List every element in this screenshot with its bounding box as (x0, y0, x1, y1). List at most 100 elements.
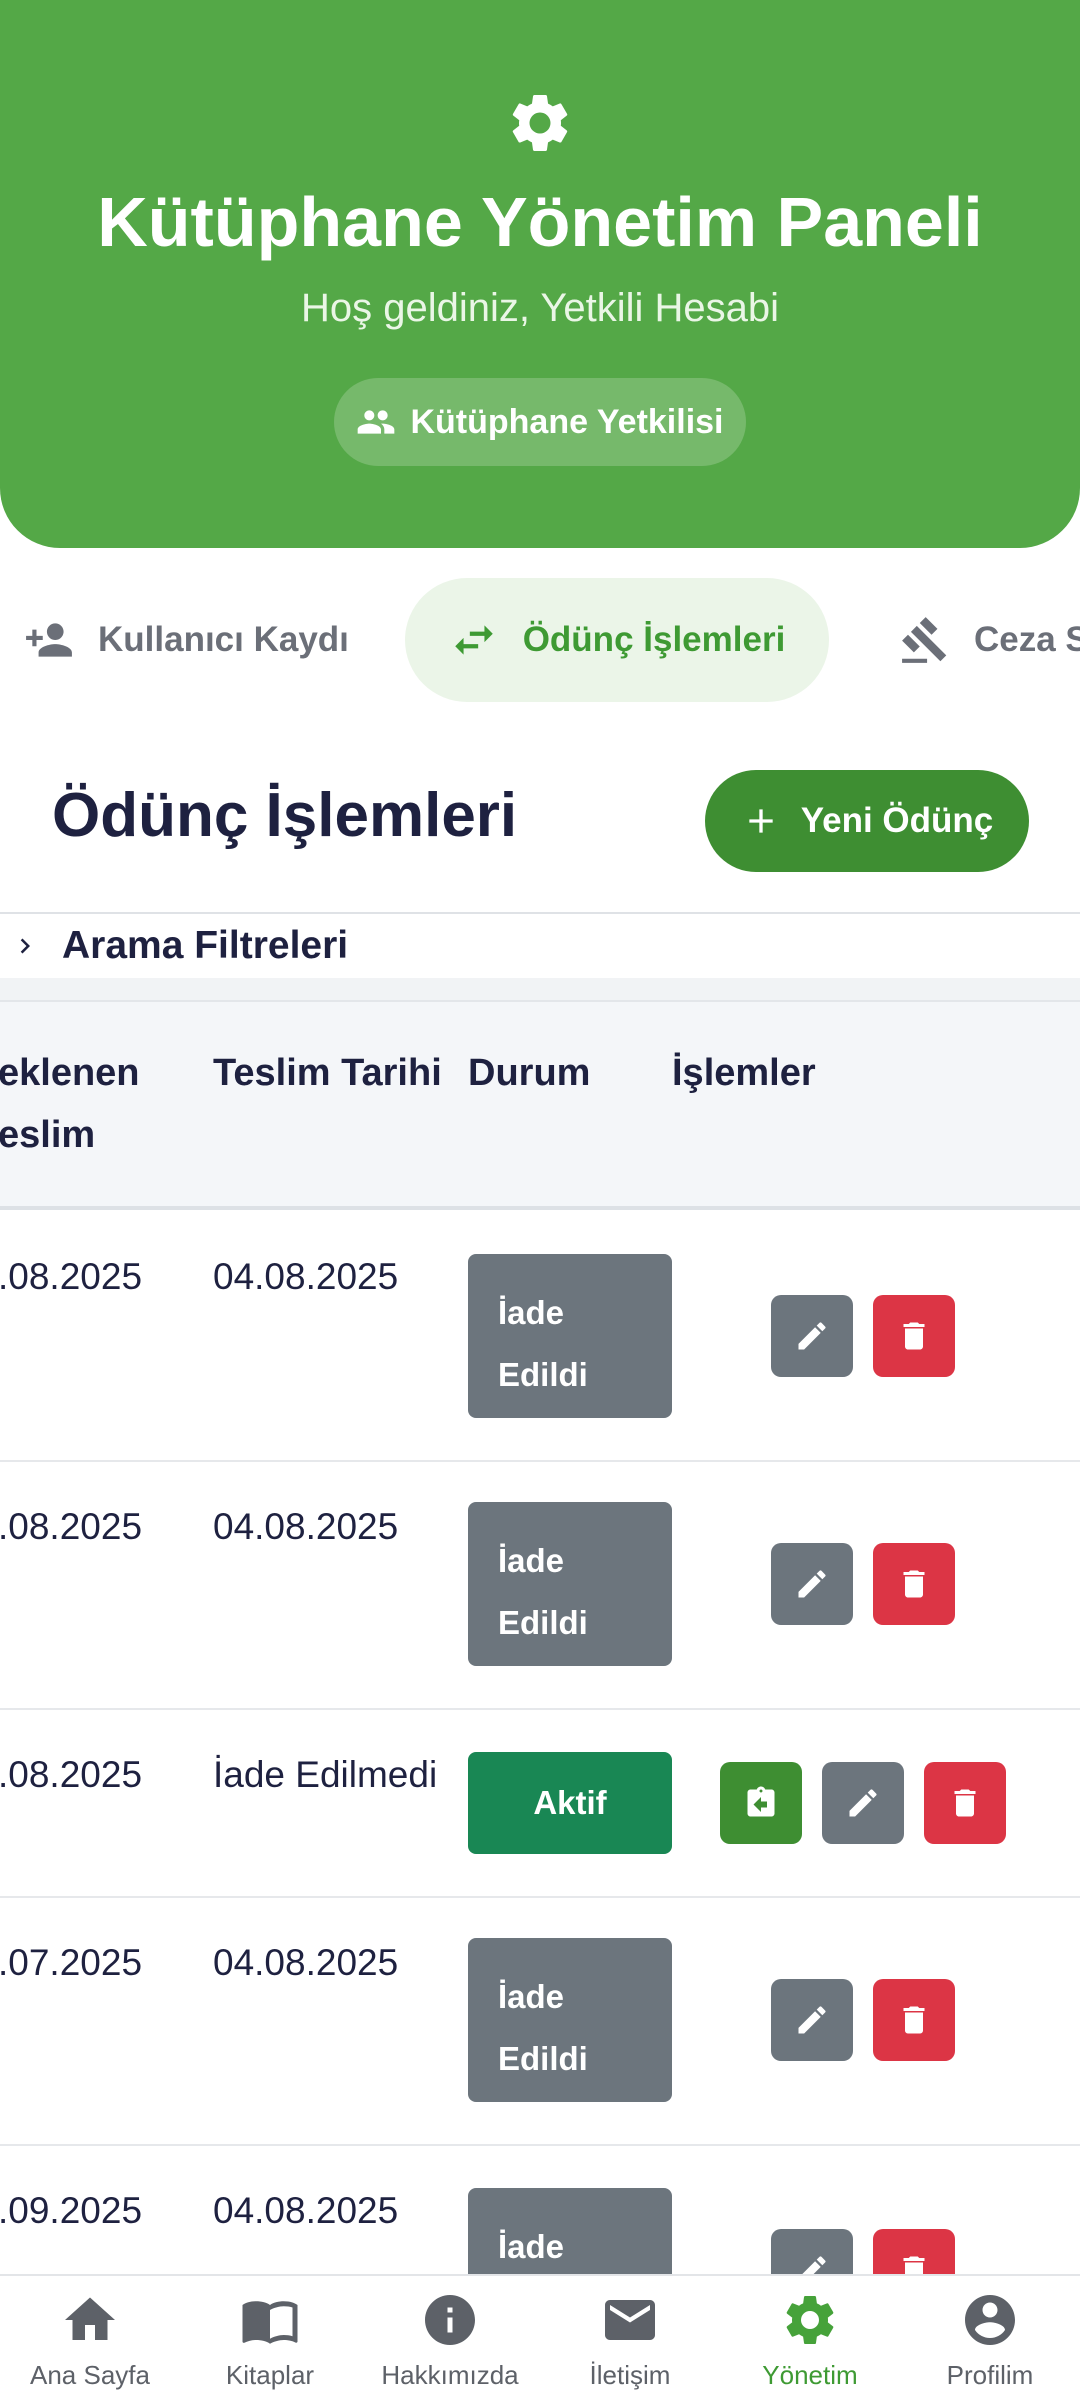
cell-delivered: 04.08.2025 (213, 1506, 399, 1547)
nav-profile[interactable]: Profilim (900, 2276, 1080, 2402)
tab-label: Ceza S (974, 620, 1080, 659)
table-row: .08.2025 04.08.2025 İade Edildi (0, 1212, 1080, 1462)
table-row: .09.2025 04.08.2025 İade (0, 2146, 1080, 2274)
cell-delivered: 04.08.2025 (213, 2190, 399, 2231)
delete-button[interactable] (924, 1762, 1006, 1844)
admin-tabs: Kullanıcı Kaydı Ödünç İşlemleri Ceza S (0, 548, 1080, 728)
status-badge: İade Edildi (468, 1938, 672, 2102)
page-title: Kütüphane Yönetim Paneli (97, 183, 983, 261)
role-label: Kütüphane Yetkilisi (410, 402, 724, 441)
delete-button[interactable] (873, 1543, 955, 1625)
tab-label: Ödünç İşlemleri (522, 620, 786, 659)
nav-label: Kitaplar (225, 2360, 315, 2390)
home-icon (65, 2297, 115, 2340)
edit-button[interactable] (771, 1295, 853, 1377)
trash-icon (954, 1789, 976, 1817)
nav-label: Hakkımızda (381, 2360, 519, 2390)
status-line2: Edildi (498, 1356, 588, 1393)
status-badge: İade (468, 2188, 672, 2274)
status-line2: Edildi (498, 2040, 588, 2077)
new-loan-label: Yeni Ödünç (800, 801, 994, 840)
search-filters-toggle[interactable]: Arama Filtreleri (0, 912, 1080, 978)
nav-management[interactable]: Yönetim (720, 2276, 900, 2402)
status-badge: İade Edildi (468, 1502, 672, 1666)
nav-books[interactable]: Kitaplar (180, 2276, 360, 2402)
person-add-icon (26, 623, 72, 657)
welcome-text: Hoş geldiniz, Yetkili Hesabi (300, 286, 780, 330)
delete-button[interactable] (873, 1979, 955, 2061)
nav-about[interactable]: Hakkımızda (360, 2276, 540, 2402)
pencil-icon (798, 1322, 826, 1350)
table-row: .08.2025 04.08.2025 İade Edildi (0, 1462, 1080, 1710)
assignment-return-icon (747, 1786, 775, 1817)
account-icon (965, 2295, 1015, 2345)
tab-label: Kullanıcı Kaydı (98, 620, 349, 659)
pencil-icon (849, 1789, 877, 1817)
status-line1: İade (498, 1978, 565, 2015)
edit-button[interactable] (771, 1543, 853, 1625)
book-icon (242, 2301, 298, 2344)
divider (0, 978, 1080, 1000)
cell-delivered: 04.08.2025 (213, 1942, 399, 1983)
gear-icon (786, 2296, 834, 2344)
edit-button[interactable] (771, 2229, 853, 2274)
status-line1: İade (498, 1294, 565, 1331)
table-row: .07.2025 04.08.2025 İade Edildi (0, 1898, 1080, 2146)
role-badge: Kütüphane Yetkilisi (334, 378, 746, 466)
pencil-icon (798, 2006, 826, 2034)
table-header: eklenen eslim Teslim Tarihi Durum İşleml… (0, 1000, 1080, 1210)
people-icon (358, 410, 395, 434)
delete-button[interactable] (873, 2229, 955, 2274)
cell-expected: .07.2025 (0, 1942, 143, 1983)
tab-fines[interactable]: Ceza S (900, 578, 1080, 702)
status-line2: Edildi (498, 1604, 588, 1641)
pencil-icon (802, 2256, 826, 2274)
col-header-expected: eklenen eslim (0, 1042, 140, 1166)
trash-icon (903, 1322, 925, 1350)
mail-icon (605, 2300, 655, 2340)
section-title: Ödünç İşlemleri (52, 781, 518, 850)
edit-button[interactable] (822, 1762, 904, 1844)
delete-button[interactable] (873, 1295, 955, 1377)
cell-delivered: 04.08.2025 (213, 1256, 399, 1297)
tab-loans[interactable]: Ödünç İşlemleri (405, 578, 829, 702)
admin-header: Kütüphane Yönetim Paneli Hoş geldiniz, Y… (0, 0, 1080, 548)
new-loan-button[interactable]: Yeni Ödünç (705, 770, 1029, 872)
status-line1: İade (498, 2228, 565, 2265)
tab-user-registration[interactable]: Kullanıcı Kaydı (24, 578, 349, 702)
cell-delivered: İade Edilmedi (213, 1754, 438, 1795)
status-badge: Aktif (468, 1752, 672, 1854)
status-line1: İade (498, 1542, 565, 1579)
pencil-icon (798, 1570, 826, 1598)
col-header-delivery: Teslim Tarihi (213, 1052, 442, 1094)
cell-expected: .08.2025 (0, 1754, 143, 1795)
nav-label: Yönetim (762, 2360, 858, 2390)
trash-icon (903, 2256, 925, 2274)
bottom-navigation: Ana Sayfa Kitaplar Hakkımızda İletişim Y… (0, 2274, 1080, 2400)
gavel-icon (902, 617, 947, 663)
col-header-status: Durum (468, 1052, 591, 1094)
col-header-expected-line1: eklenen (0, 1052, 140, 1094)
gear-icon (512, 94, 568, 151)
swap-icon (454, 625, 493, 655)
col-header-actions: İşlemler (672, 1052, 816, 1094)
table-row: .08.2025 İade Edilmedi Aktif (0, 1710, 1080, 1898)
nav-home[interactable]: Ana Sayfa (0, 2276, 180, 2402)
edit-button[interactable] (771, 1979, 853, 2061)
nav-contact[interactable]: İletişim (540, 2276, 720, 2402)
return-book-button[interactable] (720, 1762, 802, 1844)
nav-label: Ana Sayfa (30, 2360, 150, 2390)
trash-icon (903, 1570, 925, 1598)
cell-expected: .08.2025 (0, 1256, 143, 1297)
cell-expected: .08.2025 (0, 1506, 143, 1547)
nav-label: Profilim (946, 2360, 1034, 2390)
nav-label: İletişim (589, 2360, 671, 2390)
col-header-expected-line2: eslim (0, 1114, 96, 1156)
status-badge: İade Edildi (468, 1254, 672, 1418)
trash-icon (903, 2006, 925, 2034)
plus-icon (749, 809, 773, 833)
chevron-right-icon (20, 938, 30, 954)
cell-expected: .09.2025 (0, 2190, 143, 2231)
info-icon (425, 2295, 475, 2345)
filters-label: Arama Filtreleri (62, 924, 349, 967)
